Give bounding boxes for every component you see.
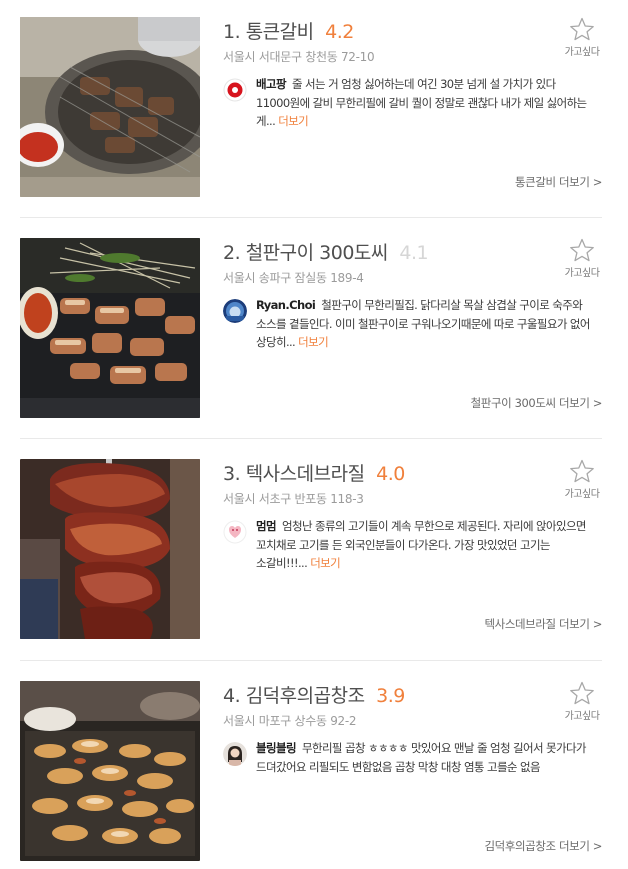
restaurant-name[interactable]: 텍사스데브라질 [246, 463, 365, 485]
restaurant-score: 4.2 [325, 21, 354, 43]
restaurant-title[interactable]: 3. 텍사스데브라질 4.0 [223, 461, 405, 487]
want-to-go-button[interactable]: 가고싶다 [562, 459, 602, 500]
reviewer-name[interactable]: 배고팡 [256, 77, 287, 91]
review-more-link[interactable]: 더보기 [310, 556, 341, 570]
restaurant-info: 3. 텍사스데브라질 4.0 서울시 서초구 반포동 118-3 가고싶다 멈멈… [223, 459, 602, 639]
want-to-go-label: 가고싶다 [564, 268, 600, 279]
restaurant-info: 1. 통큰갈비 4.2 서울시 서대문구 창천동 72-10 가고싶다 배고팡 … [223, 17, 602, 197]
avatar-image [223, 299, 247, 323]
restaurant-rank: 2. [223, 242, 241, 264]
restaurant-photo[interactable] [20, 238, 200, 418]
restaurant-info: 2. 철판구이 300도씨 4.1 서울시 송파구 잠실동 189-4 가고싶다 [223, 238, 602, 418]
restaurant-name[interactable]: 김덕후의곱창조 [246, 685, 365, 707]
review-text: 배고팡 줄 서는 거 엄청 싫어하는데 여긴 30분 넘게 설 가치가 있다 1… [256, 75, 602, 131]
restaurant-address: 서울시 서초구 반포동 118-3 [223, 492, 364, 506]
restaurant-detail-link[interactable]: 통큰갈비 더보기 > [515, 174, 602, 190]
review-body: 무한리필 곱창 ㅎㅎㅎㅎ 맛있어요 맨날 줄 엄청 길어서 못가다가 드뎌갔어요… [256, 741, 587, 774]
restaurant-photo[interactable] [20, 681, 200, 861]
want-to-go-label: 가고싶다 [564, 711, 600, 722]
review-text: 멈멈 엄청난 종류의 고기들이 계속 무한으로 제공된다. 자리에 앉아있으면 … [256, 517, 602, 573]
reviewer-avatar[interactable] [223, 299, 247, 323]
restaurant-detail-link[interactable]: 텍사스데브라질 더보기 > [484, 616, 602, 632]
restaurant-rank: 4. [223, 685, 241, 707]
restaurant-title[interactable]: 1. 통큰갈비 4.2 [223, 19, 354, 45]
divider [20, 438, 602, 439]
restaurant-photo[interactable] [20, 459, 200, 639]
star-outline-icon [570, 238, 594, 262]
review-text: Ryan.Choi 철판구이 무한리필집. 닭다리살 목살 삼겹살 구이로 숙주… [256, 296, 602, 352]
restaurant-detail-link[interactable]: 김덕후의곱창조 더보기 > [484, 838, 602, 854]
reviewer-name[interactable]: 블링블링 [256, 741, 297, 755]
reviewer-avatar[interactable] [223, 78, 247, 102]
review-more-link[interactable]: 더보기 [278, 114, 309, 128]
restaurant-score: 4.0 [376, 463, 405, 485]
restaurant-rank: 1. [223, 21, 241, 43]
restaurant-item-2: 2. 철판구이 300도씨 4.1 서울시 송파구 잠실동 189-4 가고싶다 [20, 238, 602, 418]
review-text: 블링블링 무한리필 곱창 ㅎㅎㅎㅎ 맛있어요 맨날 줄 엄청 길어서 못가다가 … [256, 739, 602, 776]
avatar-image [223, 78, 247, 102]
restaurant-photo-image [20, 238, 200, 418]
reviewer-name[interactable]: 멈멈 [256, 519, 277, 533]
restaurant-photo-image [20, 17, 200, 197]
want-to-go-button[interactable]: 가고싶다 [562, 238, 602, 279]
restaurant-address: 서울시 송파구 잠실동 189-4 [223, 271, 364, 285]
restaurant-address: 서울시 서대문구 창천동 72-10 [223, 50, 375, 64]
want-to-go-label: 가고싶다 [564, 489, 600, 500]
restaurant-title[interactable]: 2. 철판구이 300도씨 4.1 [223, 240, 429, 266]
star-outline-icon [570, 17, 594, 41]
divider [20, 217, 602, 218]
restaurant-name[interactable]: 통큰갈비 [246, 21, 314, 43]
restaurant-photo-image [20, 459, 200, 639]
avatar-image [223, 742, 247, 766]
want-to-go-label: 가고싶다 [564, 47, 600, 58]
reviewer-avatar[interactable] [223, 520, 247, 544]
want-to-go-button[interactable]: 가고싶다 [562, 17, 602, 58]
want-to-go-button[interactable]: 가고싶다 [562, 681, 602, 722]
review-more-link[interactable]: 더보기 [298, 335, 329, 349]
restaurant-title[interactable]: 4. 김덕후의곱창조 3.9 [223, 683, 405, 709]
star-outline-icon [570, 681, 594, 705]
reviewer-avatar[interactable] [223, 742, 247, 766]
review-body: 엄청난 종류의 고기들이 계속 무한으로 제공된다. 자리에 앉아있으면 꼬치채… [256, 519, 587, 570]
reviewer-name[interactable]: Ryan.Choi [256, 298, 316, 312]
avatar-image [223, 520, 247, 544]
restaurant-address: 서울시 마포구 상수동 92-2 [223, 714, 357, 728]
restaurant-rank: 3. [223, 463, 241, 485]
restaurant-name[interactable]: 철판구이 300도씨 [246, 242, 389, 264]
restaurant-item-3: 3. 텍사스데브라질 4.0 서울시 서초구 반포동 118-3 가고싶다 멈멈… [20, 459, 602, 639]
restaurant-item-1: 1. 통큰갈비 4.2 서울시 서대문구 창천동 72-10 가고싶다 배고팡 … [20, 17, 602, 197]
restaurant-score: 3.9 [376, 685, 405, 707]
restaurant-score: 4.1 [399, 242, 429, 264]
restaurant-detail-link[interactable]: 철판구이 300도씨 더보기 > [471, 395, 603, 411]
restaurant-item-4: 4. 김덕후의곱창조 3.9 서울시 마포구 상수동 92-2 가고싶다 블링블… [20, 681, 602, 861]
restaurant-photo[interactable] [20, 17, 200, 197]
restaurant-info: 4. 김덕후의곱창조 3.9 서울시 마포구 상수동 92-2 가고싶다 블링블… [223, 681, 602, 861]
star-outline-icon [570, 459, 594, 483]
restaurant-photo-image [20, 681, 200, 861]
divider [20, 660, 602, 661]
